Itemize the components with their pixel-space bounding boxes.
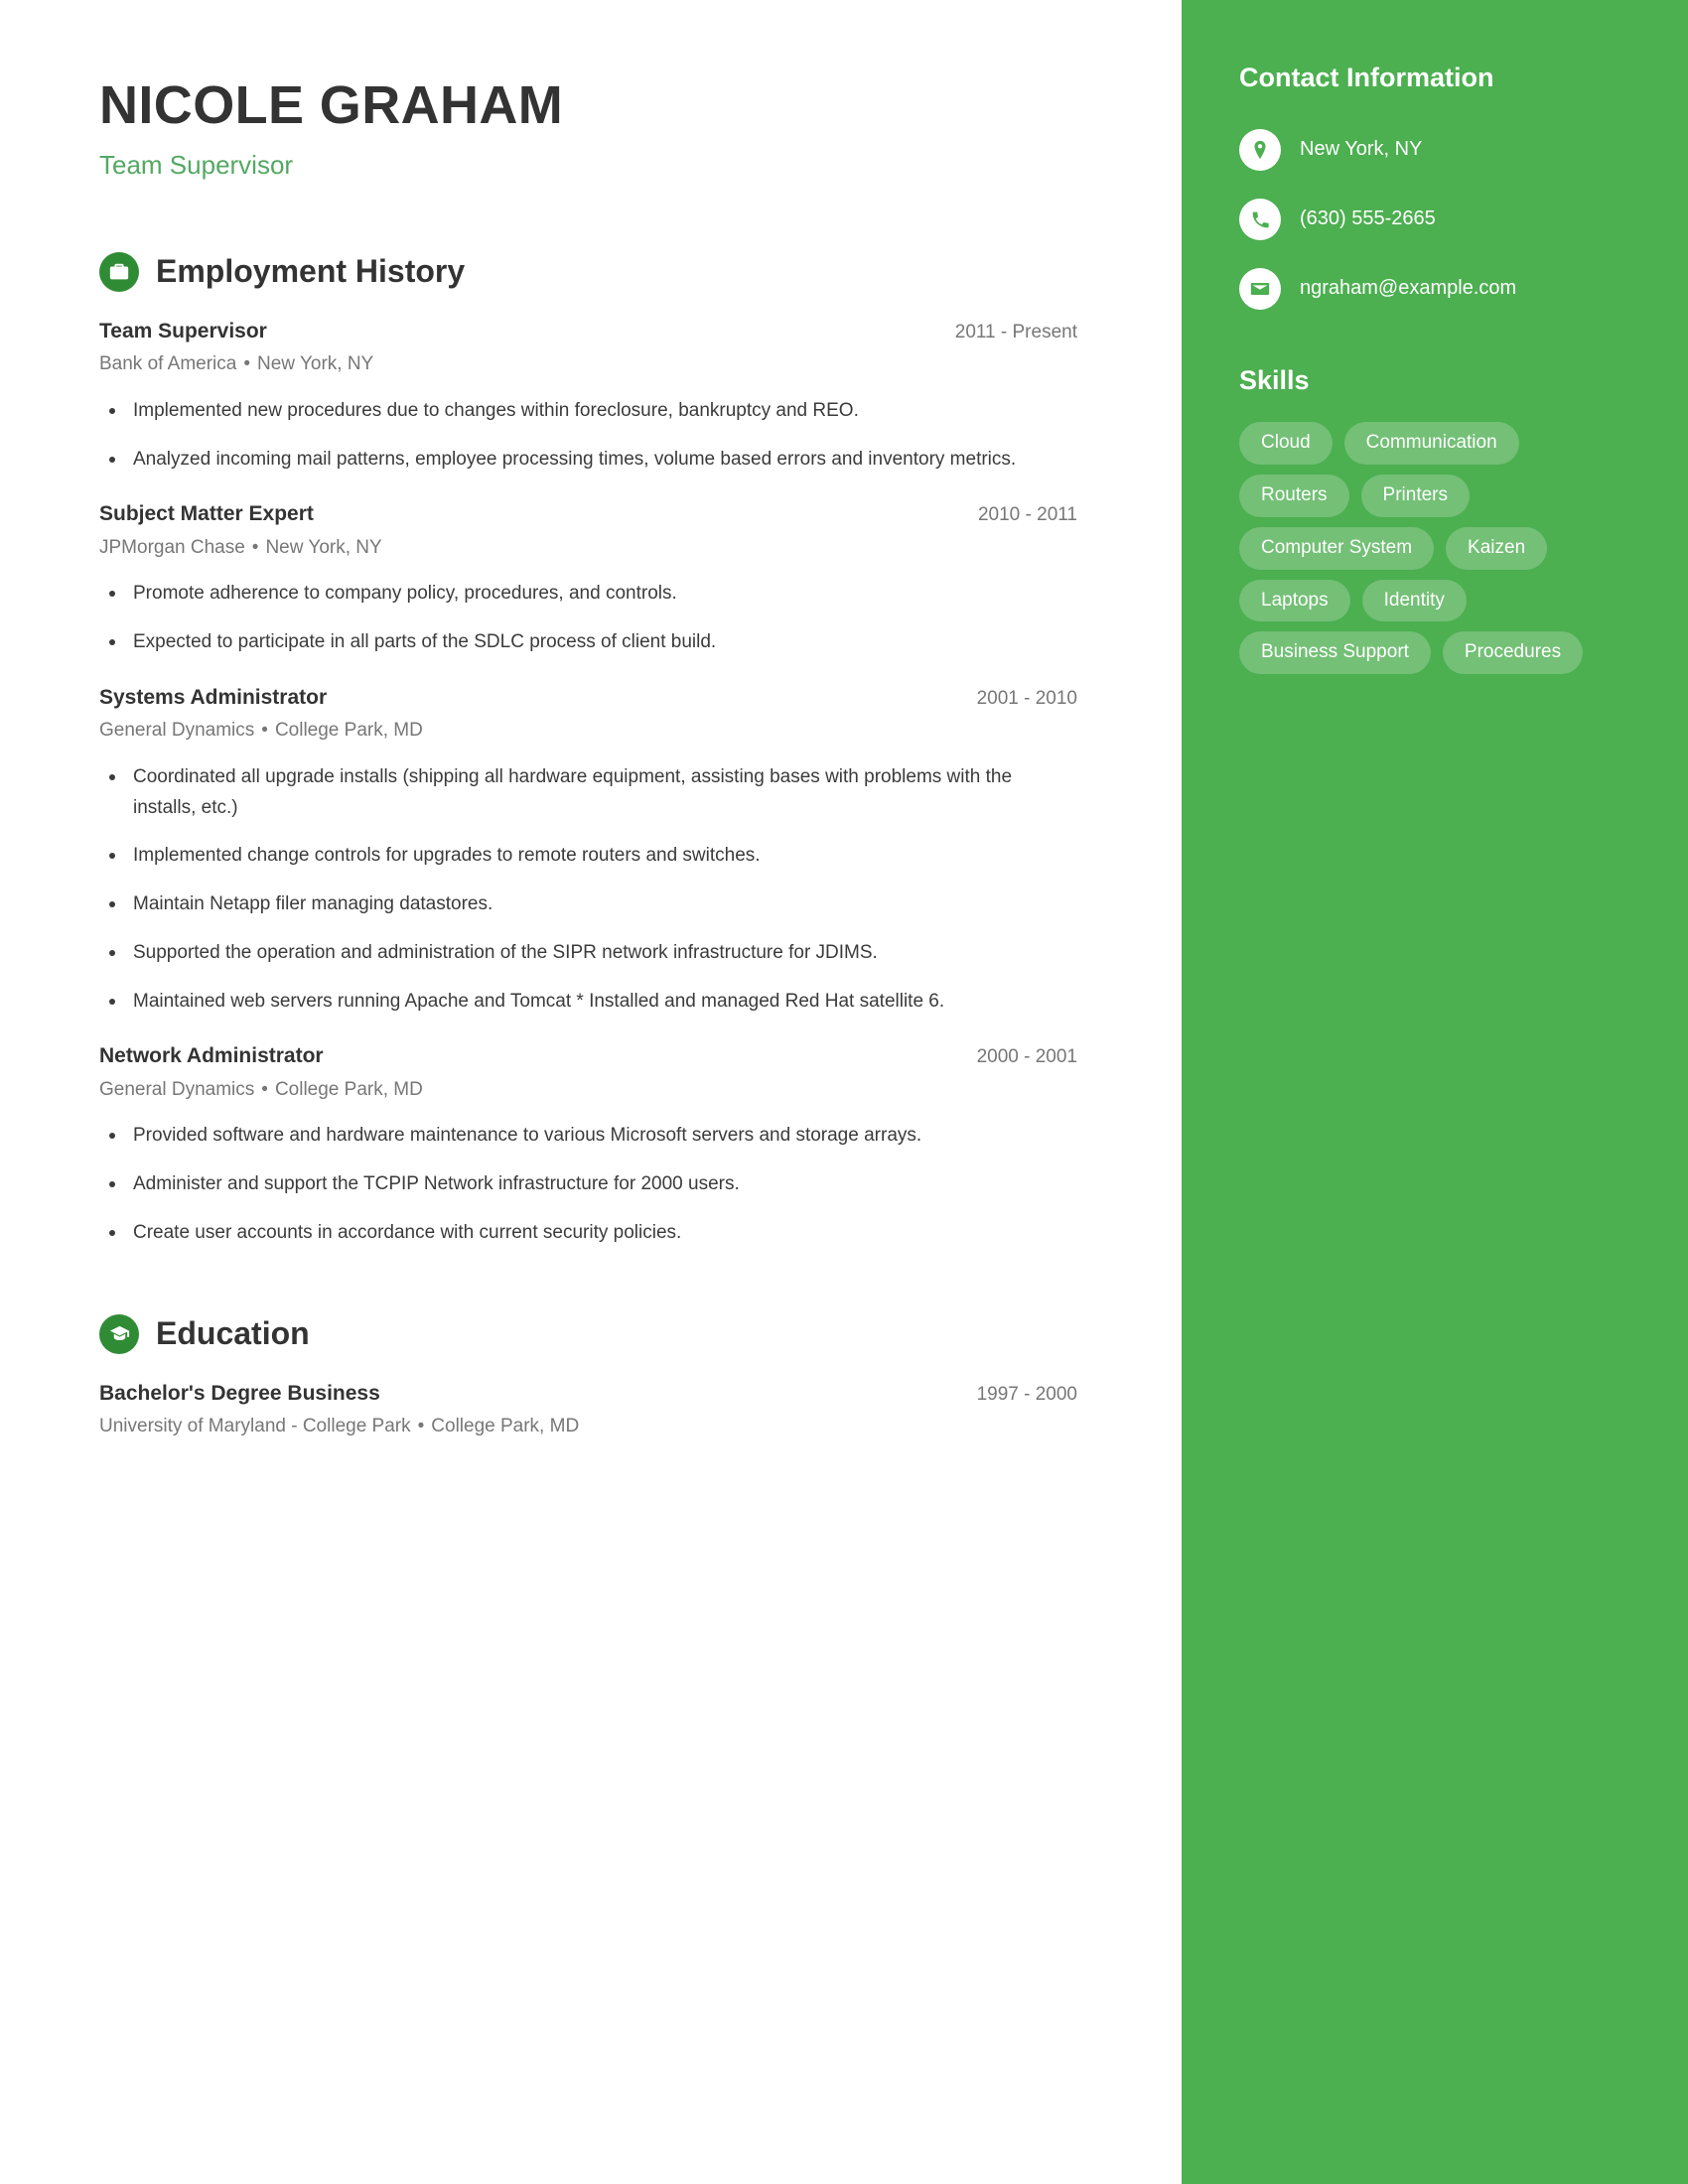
skill-pill[interactable]: Routers (1239, 475, 1349, 517)
entry-dates: 2001 - 2010 (976, 687, 1077, 709)
entry-school-location: University of Maryland - College Park • Co… (99, 1414, 1077, 1440)
bullet-separator-icon: • (243, 353, 250, 375)
entry-bullet: Maintained web servers running Apache an… (99, 987, 1077, 1018)
contact-list: New York, NY (630) 555-2665 ngraham@exampl… (1239, 129, 1633, 311)
entry-dates: 1997 - 2000 (976, 1383, 1077, 1405)
entry-company-location: General Dynamics • College Park, MD (99, 718, 1077, 745)
entry-company: Bank of America (99, 353, 237, 375)
envelope-icon (1239, 268, 1281, 311)
entry-header-row: Network Administrator 2000 - 2001 (99, 1042, 1077, 1070)
briefcase-icon (99, 251, 139, 292)
entry-bullet: Promote adherence to company policy, pro… (99, 579, 1077, 610)
location-pin-icon (1239, 129, 1281, 172)
entry-company-location: Bank of America • New York, NY (99, 351, 1077, 378)
skill-pill[interactable]: Printers (1360, 475, 1470, 517)
entry-dates: 2010 - 2011 (977, 504, 1077, 526)
entry-bullet: Expected to participate in all parts of … (99, 627, 1077, 658)
entry-header-row: Team Supervisor 2011 - Present (99, 318, 1077, 345)
contact-row[interactable]: New York, NY (1239, 129, 1633, 172)
entry-bullet: Implemented new procedures due to change… (99, 396, 1077, 427)
employment-history-title: Employment History (156, 253, 466, 290)
employment-entry: Subject Matter Expert 2010 - 2011 JPMorgan… (99, 500, 1077, 657)
skill-pill[interactable]: Business Support (1239, 631, 1431, 675)
contact-information-title: Contact Information (1239, 63, 1494, 92)
entry-location: College Park, MD (274, 1078, 423, 1100)
employment-history-section: Employment History Team Supervisor 2011 -… (99, 251, 1077, 1249)
contact-value: ngraham@example.com (1300, 277, 1517, 300)
graduation-cap-icon (99, 1313, 139, 1354)
entry-role: Subject Matter Expert (99, 502, 314, 526)
skill-pill[interactable]: Kaizen (1446, 526, 1548, 570)
page-title: NICOLE GRAHAM (99, 75, 564, 135)
entry-role: Team Supervisor (99, 319, 267, 342)
education-section: Education Bachelor's Degree Business 1997… (99, 1313, 1077, 1440)
skill-pill[interactable]: Cloud (1239, 422, 1333, 466)
entry-bullet: Provided software and hardware maintenan… (99, 1121, 1077, 1152)
contact-value: New York, NY (1300, 138, 1423, 161)
entry-bullet-list: Provided software and hardware maintenan… (99, 1121, 1077, 1248)
bullet-separator-icon: • (417, 1415, 425, 1436)
entry-header-row: Subject Matter Expert 2010 - 2011 (99, 500, 1077, 528)
entry-location: New York, NY (257, 353, 374, 375)
skill-pill[interactable]: Identity (1361, 579, 1467, 622)
bullet-separator-icon: • (251, 536, 259, 558)
contact-row[interactable]: ngraham@example.com (1239, 268, 1633, 311)
entry-bullet: Administer and support the TCPIP Network… (99, 1169, 1077, 1200)
phone-icon (1239, 199, 1281, 241)
entry-bullet-list: Promote adherence to company policy, pro… (99, 579, 1077, 658)
resume-header: NICOLE GRAHAM Team Supervisor (99, 77, 1077, 181)
bullet-separator-icon: • (261, 720, 268, 742)
employment-entry: Team Supervisor 2011 - Present Bank of Ame… (99, 318, 1077, 475)
entry-company: JPMorgan Chase (99, 536, 245, 558)
sidebar: Contact Information New York, NY (630) 55… (1182, 0, 1688, 2184)
entry-dates: 2000 - 2001 (976, 1046, 1077, 1068)
entry-dates: 2011 - Present (954, 321, 1077, 342)
entry-bullet: Coordinated all upgrade installs (shippi… (99, 762, 1077, 824)
entry-location: New York, NY (265, 536, 382, 558)
entry-location: College Park, MD (431, 1415, 580, 1436)
headline-job-title: Team Supervisor (99, 149, 294, 180)
entry-company: General Dynamics (99, 1078, 255, 1100)
entry-company: General Dynamics (99, 720, 255, 742)
resume-page: NICOLE GRAHAM Team Supervisor Employment… (0, 0, 1688, 2184)
skill-pill[interactable]: Laptops (1239, 579, 1350, 622)
entry-company-location: JPMorgan Chase • New York, NY (99, 535, 1077, 562)
skill-pill[interactable]: Computer System (1239, 526, 1435, 570)
entry-header-row: Bachelor's Degree Business 1997 - 2000 (99, 1380, 1077, 1408)
education-title: Education (156, 1314, 310, 1351)
contact-row[interactable]: (630) 555-2665 (1239, 199, 1633, 241)
entry-location: College Park, MD (274, 720, 423, 742)
skill-pill[interactable]: Procedures (1442, 631, 1584, 675)
entry-bullet-list: Coordinated all upgrade installs (shippi… (99, 762, 1077, 1018)
entry-bullet: Create user accounts in accordance with … (99, 1218, 1077, 1249)
entry-role: Network Administrator (99, 1044, 324, 1068)
entry-bullet: Implemented change controls for upgrades… (99, 841, 1077, 872)
employment-history-header: Employment History (99, 251, 1077, 292)
employment-entry: Network Administrator 2000 - 2001 General … (99, 1042, 1077, 1248)
main-content-column: NICOLE GRAHAM Team Supervisor Employment… (0, 0, 1182, 2184)
entry-company-location: General Dynamics • College Park, MD (99, 1077, 1077, 1104)
employment-entry: Systems Administrator 2001 - 2010 General … (99, 684, 1077, 1018)
entry-role: Systems Administrator (99, 685, 328, 709)
entry-school: University of Maryland - College Park (99, 1415, 411, 1436)
education-entry-list: Bachelor's Degree Business 1997 - 2000 Uni… (99, 1380, 1077, 1440)
entry-bullet: Maintain Netapp filer managing datastore… (99, 889, 1077, 920)
employment-entry-list: Team Supervisor 2011 - Present Bank of Ame… (99, 318, 1077, 1249)
education-entry: Bachelor's Degree Business 1997 - 2000 Uni… (99, 1380, 1077, 1440)
entry-header-row: Systems Administrator 2001 - 2010 (99, 684, 1077, 712)
entry-degree: Bachelor's Degree Business (99, 1381, 380, 1405)
skills-list: Cloud Communication Routers Printers Compute… (1239, 422, 1633, 675)
entry-bullet: Analyzed incoming mail patterns, employe… (99, 445, 1077, 476)
entry-bullet: Supported the operation and administrati… (99, 938, 1077, 969)
skill-pill[interactable]: Communication (1343, 422, 1519, 466)
skills-title: Skills (1239, 365, 1310, 396)
education-header: Education (99, 1313, 1077, 1354)
contact-value: (630) 555-2665 (1300, 207, 1436, 230)
bullet-separator-icon: • (261, 1078, 268, 1100)
entry-bullet-list: Implemented new procedures due to change… (99, 396, 1077, 476)
